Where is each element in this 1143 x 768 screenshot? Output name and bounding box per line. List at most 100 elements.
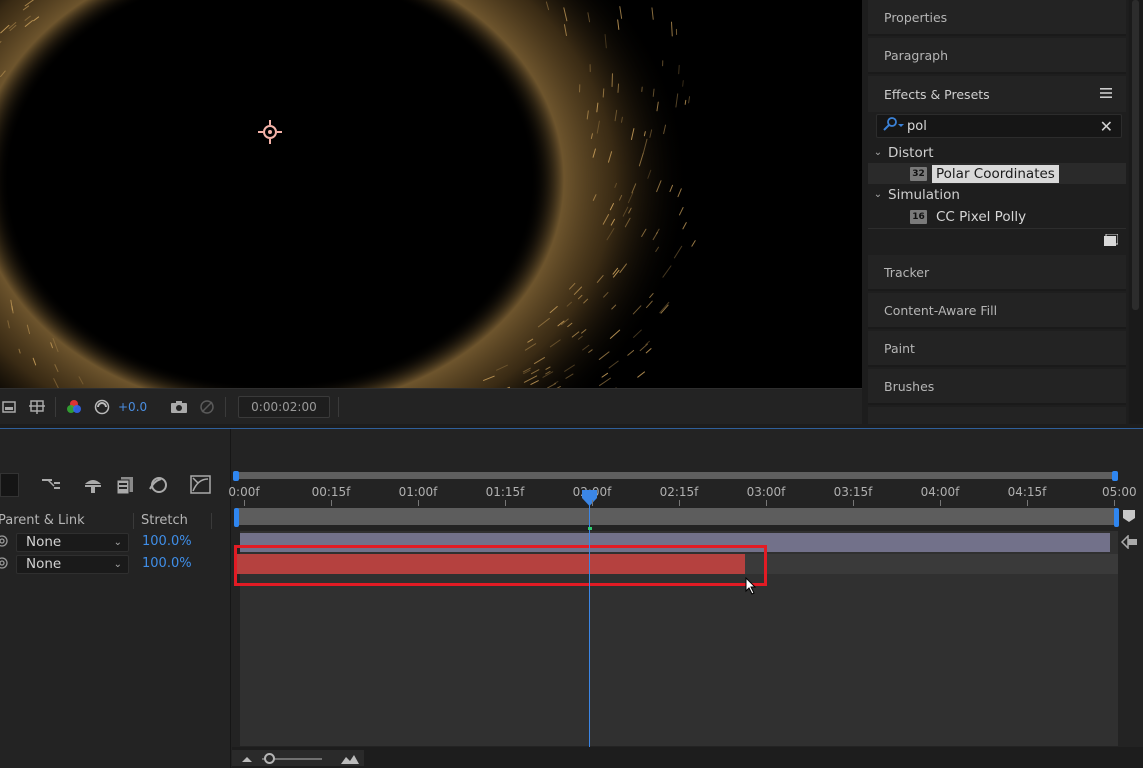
ruler-tick-mark	[1027, 500, 1028, 506]
parent-link-dropdown[interactable]: None ⌄	[16, 533, 129, 552]
panel-menu-icon[interactable]	[1100, 87, 1112, 99]
category-distort[interactable]: ⌄ Distort	[868, 142, 1126, 163]
tracker-panel-tab[interactable]: Tracker	[868, 255, 1126, 291]
parent-link-dropdown[interactable]: None ⌄	[16, 555, 129, 574]
scrollbar-thumb[interactable]	[1132, 0, 1139, 310]
right-panel-stack: Properties Paragraph Effects & Presets ✕…	[868, 0, 1128, 424]
comp-marker-bin-icon[interactable]	[1122, 509, 1136, 523]
mouse-cursor-icon	[745, 577, 757, 595]
composition-flowchart-icon[interactable]	[40, 475, 62, 495]
effects-presets-label: Effects & Presets	[884, 87, 990, 102]
column-divider[interactable]	[133, 513, 134, 529]
ruler-tick-label: 05:00	[1102, 485, 1137, 499]
time-navigator-bar[interactable]	[235, 472, 1117, 479]
search-icon	[883, 117, 907, 135]
chevron-down-icon: ⌄	[114, 534, 122, 551]
chevron-down-icon: ⌄	[114, 556, 122, 573]
ruler-tick-label: 04:15f	[1008, 485, 1047, 499]
chevron-down-icon[interactable]: ⌄	[868, 147, 888, 158]
composition-viewer[interactable]	[0, 0, 862, 388]
brushes-panel-tab[interactable]: Brushes	[868, 369, 1126, 405]
zoom-out-icon[interactable]	[240, 754, 254, 764]
paragraph-label: Paragraph	[884, 48, 948, 63]
parent-link-column-header[interactable]: Parent & Link	[0, 513, 85, 528]
new-bin-icon[interactable]	[1104, 234, 1118, 246]
effect-label: CC Pixel Polly	[932, 208, 1030, 226]
region-of-interest-icon[interactable]	[0, 398, 18, 416]
timeline-panel: Parent & Link Stretch None ⌄ 100.0% None…	[0, 428, 1143, 767]
highlight-annotation	[234, 545, 767, 586]
graph-editor-icon[interactable]	[190, 475, 212, 495]
show-snapshot-icon[interactable]	[198, 398, 216, 416]
right-panel-scrollbar[interactable]	[1129, 0, 1143, 424]
ruler-tick-label: 03:15f	[834, 485, 873, 499]
pick-whip-icon[interactable]	[0, 535, 8, 547]
zoom-slider-handle[interactable]	[264, 753, 275, 764]
clear-search-icon[interactable]: ✕	[1100, 117, 1113, 136]
work-area-start-handle[interactable]	[234, 508, 239, 527]
tracker-label: Tracker	[884, 265, 929, 280]
brushes-label: Brushes	[884, 379, 934, 394]
effect-item-cc-pixel-polly[interactable]: 16 CC Pixel Polly	[868, 206, 1126, 227]
time-ruler[interactable]: 0:00f00:15f01:00f01:15f02:00f02:15f03:00…	[232, 485, 1143, 501]
layer-columns: Parent & Link Stretch None ⌄ 100.0% None…	[0, 429, 231, 768]
bit-depth-badge-icon: 16	[910, 210, 927, 224]
time-navigator-start-handle[interactable]	[233, 471, 239, 481]
motion-blur-icon[interactable]	[147, 475, 169, 495]
stretch-column-header[interactable]: Stretch	[141, 513, 188, 528]
current-time-indicator-head[interactable]	[581, 489, 598, 507]
time-navigator-end-handle[interactable]	[1112, 471, 1118, 481]
paint-label: Paint	[884, 341, 915, 356]
transparency-grid-icon[interactable]	[28, 398, 46, 416]
current-time-indicator-line[interactable]	[589, 499, 590, 747]
timeline-graph-area[interactable]: 0:00f00:15f01:00f01:15f02:00f02:15f03:00…	[232, 429, 1143, 768]
snapshot-camera-icon[interactable]	[170, 398, 188, 416]
cache-indicator	[588, 527, 592, 530]
current-time-display[interactable]: 0:00:02:00	[238, 396, 330, 418]
particle-ring-render	[0, 0, 862, 388]
effects-presets-panel-header[interactable]: Effects & Presets	[868, 76, 1126, 112]
ruler-tick-mark	[505, 500, 506, 506]
zoom-in-icon[interactable]	[340, 753, 360, 765]
parent-value: None	[26, 534, 61, 550]
toolbar-divider	[338, 397, 339, 417]
properties-label: Properties	[884, 10, 947, 25]
stretch-value[interactable]: 100.0%	[142, 534, 192, 549]
parent-value: None	[26, 556, 61, 572]
chevron-down-icon[interactable]: ⌄	[868, 189, 888, 200]
effect-label: Polar Coordinates	[932, 165, 1059, 183]
pick-whip-icon[interactable]	[0, 557, 8, 569]
composition-button-icon[interactable]	[1120, 535, 1138, 549]
viewer-toolbar: +0.0 0:00:02:00	[0, 388, 862, 424]
work-area-end-handle[interactable]	[1114, 508, 1119, 527]
shy-layers-icon[interactable]	[82, 475, 104, 495]
channel-rgb-icon[interactable]	[65, 398, 83, 416]
ruler-tick-mark	[244, 500, 245, 506]
timeline-footer	[232, 747, 1143, 768]
ruler-tick-mark	[853, 500, 854, 506]
effects-search-field[interactable]: ✕	[876, 114, 1122, 138]
content-aware-fill-panel-tab[interactable]: Content-Aware Fill	[868, 293, 1126, 329]
reset-exposure-icon[interactable]	[93, 398, 111, 416]
toolbar-divider	[225, 397, 226, 417]
cut-off-panel-tab[interactable]	[868, 407, 1126, 424]
ruler-tick-mark	[679, 500, 680, 506]
properties-panel-tab[interactable]: Properties	[868, 0, 1126, 36]
stretch-value[interactable]: 100.0%	[142, 556, 192, 571]
zoom-control	[232, 750, 364, 766]
layer-search-field[interactable]	[0, 473, 19, 497]
layer-row[interactable]: None ⌄ 100.0%	[0, 554, 231, 575]
effect-item-polar-coordinates[interactable]: 32 Polar Coordinates	[868, 163, 1126, 184]
ruler-tick-mark	[1114, 500, 1115, 506]
category-simulation[interactable]: ⌄ Simulation	[868, 184, 1126, 205]
column-headers: Parent & Link Stretch	[0, 511, 231, 531]
exposure-value[interactable]: +0.0	[118, 400, 147, 414]
ruler-tick-mark	[331, 500, 332, 506]
effects-search-input[interactable]	[907, 119, 1097, 134]
work-area-bar[interactable]	[236, 508, 1118, 525]
paragraph-panel-tab[interactable]: Paragraph	[868, 38, 1126, 74]
column-divider[interactable]	[211, 513, 212, 529]
paint-panel-tab[interactable]: Paint	[868, 331, 1126, 367]
frame-blending-icon[interactable]	[114, 475, 136, 495]
layer-row[interactable]: None ⌄ 100.0%	[0, 532, 231, 553]
